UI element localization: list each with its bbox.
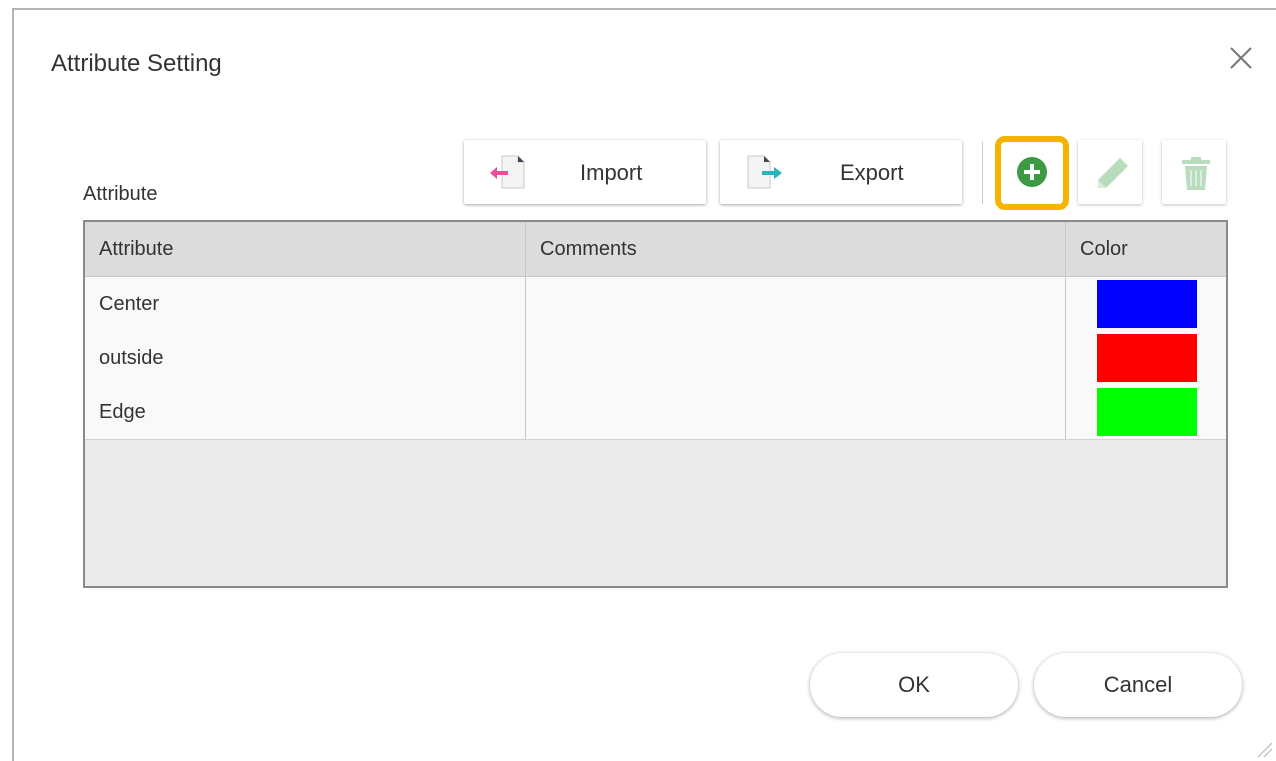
toolbar-separator <box>982 142 983 204</box>
dialog-title: Attribute Setting <box>51 50 222 77</box>
import-button[interactable]: Import <box>464 140 706 204</box>
export-label: Export <box>840 160 904 185</box>
ok-button[interactable]: OK <box>810 653 1018 717</box>
comments-cell <box>526 277 1066 331</box>
comments-cell <box>526 331 1066 385</box>
header-attribute[interactable]: Attribute <box>85 222 526 276</box>
edit-attribute-button[interactable] <box>1078 140 1142 204</box>
close-icon <box>1230 47 1252 69</box>
attribute-table: Attribute Comments Color Center outside … <box>83 220 1228 588</box>
export-file-icon <box>744 154 784 195</box>
resize-grip-icon[interactable] <box>1254 739 1274 759</box>
cancel-button[interactable]: Cancel <box>1034 653 1242 717</box>
export-button[interactable]: Export <box>720 140 962 204</box>
attribute-cell: Center <box>85 277 526 331</box>
add-attribute-button[interactable] <box>1000 140 1064 204</box>
close-button[interactable] <box>1225 42 1257 74</box>
delete-attribute-button[interactable] <box>1162 140 1226 204</box>
table-row[interactable]: Center <box>85 277 1226 332</box>
attribute-section-label: Attribute <box>83 183 158 205</box>
attribute-cell: Edge <box>85 385 526 439</box>
header-color[interactable]: Color <box>1066 222 1226 276</box>
color-swatch[interactable] <box>1097 280 1197 328</box>
pencil-icon <box>1098 158 1128 188</box>
color-swatch[interactable] <box>1097 388 1197 436</box>
table-header: Attribute Comments Color <box>85 222 1226 277</box>
add-circle-icon <box>1017 157 1047 187</box>
import-label: Import <box>580 160 643 185</box>
table-row[interactable]: Edge <box>85 385 1226 440</box>
color-swatch[interactable] <box>1097 334 1197 382</box>
import-file-icon <box>488 154 528 195</box>
trash-icon <box>1182 157 1210 190</box>
header-comments[interactable]: Comments <box>526 222 1066 276</box>
table-row[interactable]: outside <box>85 331 1226 386</box>
comments-cell <box>526 385 1066 439</box>
attribute-cell: outside <box>85 331 526 385</box>
attribute-setting-dialog: Attribute Setting Attribute Import Expor… <box>12 8 1276 761</box>
